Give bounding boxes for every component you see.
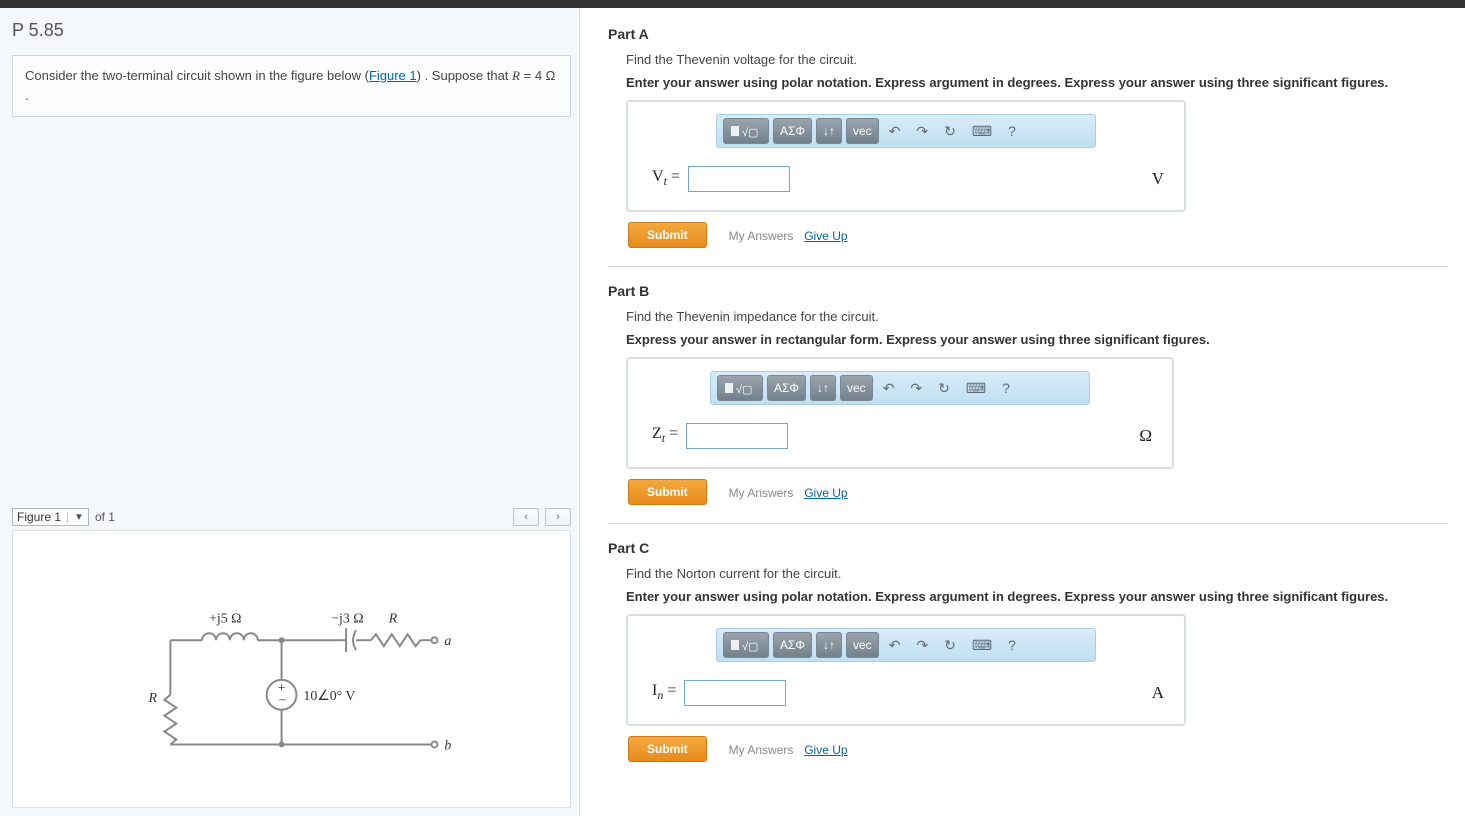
give-up-link[interactable]: Give Up — [804, 229, 847, 243]
vec-button[interactable]: vec — [846, 118, 879, 144]
submit-button[interactable]: Submit — [628, 736, 707, 762]
undo-button[interactable]: ↶ — [877, 375, 901, 401]
keyboard-button[interactable]: ⌨ — [966, 632, 998, 658]
figure-canvas: + − +j5 Ω −j3 Ω R R 10∠0° V a b — [12, 530, 571, 808]
help-button[interactable]: ? — [996, 375, 1016, 401]
give-up-link[interactable]: Give Up — [804, 743, 847, 757]
svg-text:R: R — [148, 691, 158, 706]
give-up-link[interactable]: Give Up — [804, 486, 847, 500]
vec-button[interactable]: vec — [840, 375, 873, 401]
app-topbar — [0, 0, 1465, 8]
figure-next-button[interactable]: › — [545, 508, 571, 526]
templates-button[interactable]: √▢ — [723, 632, 769, 658]
answer-unit: V — [1152, 169, 1164, 189]
figure-select[interactable]: Figure 1 ▼ — [12, 508, 89, 526]
answer-input-vt[interactable] — [688, 166, 790, 192]
part-c: Part C Find the Norton current for the c… — [608, 540, 1455, 762]
svg-text:√▢: √▢ — [742, 641, 758, 653]
svg-text:−: − — [279, 694, 287, 709]
answer-box: √▢ ΑΣΦ ↓↑ vec ↶ ↷ ↻ ⌨ ? In = A — [626, 614, 1186, 726]
part-instruction: Find the Thevenin impedance for the circ… — [626, 309, 1455, 324]
undo-button[interactable]: ↶ — [883, 632, 907, 658]
svg-text:R: R — [388, 611, 398, 626]
part-hint: Express your answer in rectangular form.… — [626, 332, 1455, 347]
subsup-button[interactable]: ↓↑ — [816, 118, 842, 144]
part-title: Part B — [608, 283, 1455, 299]
redo-button[interactable]: ↷ — [910, 632, 934, 658]
problem-column: P 5.85 Consider the two-terminal circuit… — [0, 8, 580, 816]
keyboard-button[interactable]: ⌨ — [960, 375, 992, 401]
reset-button[interactable]: ↻ — [938, 118, 962, 144]
equation-toolbar: √▢ ΑΣΦ ↓↑ vec ↶ ↷ ↻ ⌨ ? — [716, 114, 1096, 148]
part-a: Part A Find the Thevenin voltage for the… — [608, 26, 1455, 248]
part-instruction: Find the Thevenin voltage for the circui… — [626, 52, 1455, 67]
answer-input-zt[interactable] — [686, 423, 788, 449]
equation-toolbar: √▢ ΑΣΦ ↓↑ vec ↶ ↷ ↻ ⌨ ? — [716, 628, 1096, 662]
greek-button[interactable]: ΑΣΦ — [773, 118, 812, 144]
figure-link[interactable]: Figure 1 — [369, 68, 417, 83]
my-answers-link[interactable]: My Answers — [729, 229, 794, 243]
my-answers-link[interactable]: My Answers — [729, 486, 794, 500]
answer-symbol: Vt = — [652, 168, 680, 189]
answer-unit: A — [1152, 683, 1164, 703]
svg-text:b: b — [444, 738, 451, 753]
help-button[interactable]: ? — [1002, 632, 1022, 658]
part-title: Part A — [608, 26, 1455, 42]
chevron-down-icon: ▼ — [67, 512, 84, 523]
redo-button[interactable]: ↷ — [910, 118, 934, 144]
help-button[interactable]: ? — [1002, 118, 1022, 144]
answer-column: Part A Find the Thevenin voltage for the… — [580, 8, 1465, 816]
templates-button[interactable]: √▢ — [717, 375, 763, 401]
svg-text:10∠0° V: 10∠0° V — [303, 689, 355, 704]
subsup-button[interactable]: ↓↑ — [816, 632, 842, 658]
answer-box: √▢ ΑΣΦ ↓↑ vec ↶ ↷ ↻ ⌨ ? Vt = V — [626, 100, 1186, 212]
submit-button[interactable]: Submit — [628, 479, 707, 505]
figure-count: of 1 — [95, 510, 115, 524]
reset-button[interactable]: ↻ — [932, 375, 956, 401]
my-answers-link[interactable]: My Answers — [729, 743, 794, 757]
part-title: Part C — [608, 540, 1455, 556]
svg-text:√▢: √▢ — [736, 384, 752, 396]
part-instruction: Find the Norton current for the circuit. — [626, 566, 1455, 581]
greek-button[interactable]: ΑΣΦ — [767, 375, 806, 401]
svg-text:+j5 Ω: +j5 Ω — [209, 611, 241, 626]
part-hint: Enter your answer using polar notation. … — [626, 589, 1455, 604]
svg-text:a: a — [444, 634, 451, 649]
subsup-button[interactable]: ↓↑ — [810, 375, 836, 401]
equation-toolbar: √▢ ΑΣΦ ↓↑ vec ↶ ↷ ↻ ⌨ ? — [710, 371, 1090, 405]
answer-box: √▢ ΑΣΦ ↓↑ vec ↶ ↷ ↻ ⌨ ? Zt = Ω — [626, 357, 1174, 469]
redo-button[interactable]: ↷ — [904, 375, 928, 401]
keyboard-button[interactable]: ⌨ — [966, 118, 998, 144]
svg-text:√▢: √▢ — [742, 127, 758, 139]
submit-button[interactable]: Submit — [628, 222, 707, 248]
figure-prev-button[interactable]: ‹ — [513, 508, 539, 526]
answer-symbol: Zt = — [652, 425, 678, 446]
greek-button[interactable]: ΑΣΦ — [773, 632, 812, 658]
problem-code: P 5.85 — [12, 20, 571, 41]
svg-text:−j3 Ω: −j3 Ω — [331, 611, 363, 626]
answer-unit: Ω — [1139, 426, 1152, 446]
vec-button[interactable]: vec — [846, 632, 879, 658]
answer-symbol: In = — [652, 682, 676, 703]
templates-button[interactable]: √▢ — [723, 118, 769, 144]
undo-button[interactable]: ↶ — [883, 118, 907, 144]
answer-input-in[interactable] — [684, 680, 786, 706]
problem-statement: Consider the two-terminal circuit shown … — [12, 55, 571, 117]
part-hint: Enter your answer using polar notation. … — [626, 75, 1455, 90]
reset-button[interactable]: ↻ — [938, 632, 962, 658]
figure-panel: Figure 1 ▼ of 1 ‹ › — [12, 506, 571, 808]
part-b: Part B Find the Thevenin impedance for t… — [608, 283, 1455, 505]
